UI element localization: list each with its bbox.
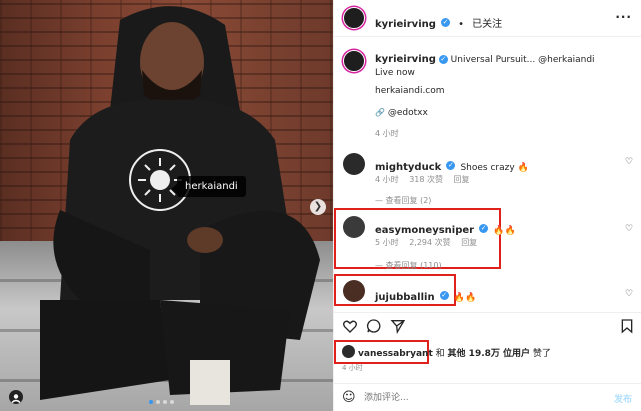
comment-like-heart-icon[interactable]: ♡ <box>625 158 634 167</box>
verified-badge-icon: ✓ <box>441 18 450 27</box>
reply-button[interactable]: 回复 <box>461 238 477 247</box>
comment-text: 🔥🔥 <box>453 293 477 303</box>
post-time: 4 小时 <box>342 364 363 372</box>
carousel-dot <box>163 400 167 404</box>
view-replies-button[interactable]: — 查看回复 (2) <box>375 195 431 206</box>
comment-meta: 4 小时 318 次赞 回复 <box>375 174 470 185</box>
following-button[interactable]: 已关注 <box>472 19 502 30</box>
comment-username[interactable]: easymoneysniper <box>375 225 474 236</box>
post-header: kyrieirving ✓ • 已关注 ··· <box>334 0 641 37</box>
heart-icon[interactable] <box>342 318 358 334</box>
author-avatar[interactable] <box>343 7 365 29</box>
comment-item: jujubballin ✓ 🔥🔥 <box>375 285 476 304</box>
comment-like-heart-icon[interactable]: ♡ <box>625 290 634 299</box>
reply-button[interactable]: 回复 <box>454 175 470 184</box>
likes-suffix: 赞了 <box>532 349 551 359</box>
comment-icon[interactable] <box>366 318 382 334</box>
likes-others-count[interactable]: 其他 19.8万 位用户 <box>448 349 530 359</box>
liker-username[interactable]: vanessabryant <box>358 349 433 359</box>
verified-badge-icon: ✓ <box>479 224 489 233</box>
next-photo-button[interactable]: ❯ <box>310 199 326 215</box>
caption-author-avatar[interactable] <box>343 50 365 72</box>
verified-badge-icon: ✓ <box>439 291 449 300</box>
link-icon: 🔗 <box>375 108 385 117</box>
carousel-dot <box>156 400 160 404</box>
photo-user-tag[interactable]: herkaiandi <box>171 176 246 197</box>
comment-time: 5 小时 <box>375 238 399 247</box>
tagged-users-icon[interactable] <box>9 390 23 404</box>
comment-username[interactable]: mightyduck <box>375 162 441 173</box>
comment-like-heart-icon[interactable]: ♡ <box>625 225 634 234</box>
caption-text: Universal Pursuit... @herkaiandi <box>450 55 595 65</box>
author-username[interactable]: kyrieirving <box>375 19 436 30</box>
share-icon[interactable] <box>390 318 406 334</box>
person-in-hoodie <box>40 6 320 405</box>
comment-avatar[interactable] <box>343 216 365 238</box>
comment-text: 🔥🔥 <box>493 226 516 236</box>
carousel-dot <box>170 400 174 404</box>
action-bar <box>334 312 641 338</box>
comment-avatar[interactable] <box>343 280 365 302</box>
caption-time: 4 小时 <box>375 129 399 138</box>
caption-line-2: Live now <box>375 68 415 78</box>
add-comment-input[interactable] <box>364 390 594 406</box>
ellipsis-icon[interactable]: ··· <box>615 10 632 24</box>
liker-avatar[interactable] <box>342 345 355 358</box>
caption-credit[interactable]: 🔗 @edotxx <box>375 108 428 118</box>
bookmark-icon[interactable] <box>619 318 635 334</box>
caption-link[interactable]: herkaiandi.com <box>375 86 445 96</box>
caption: kyrieirving ✓ Universal Pursuit... @herk… <box>375 53 630 80</box>
comment-avatar[interactable] <box>343 153 365 175</box>
verified-badge-icon: ✓ <box>438 55 448 64</box>
emoji-icon[interactable]: ☺ <box>342 390 356 405</box>
post-details-panel: kyrieirving ✓ • 已关注 ··· kyrieirving ✓ Un… <box>333 0 641 411</box>
caption-username[interactable]: kyrieirving <box>375 54 436 65</box>
post-comment-button[interactable]: 发布 <box>614 392 632 405</box>
verified-badge-icon: ✓ <box>446 161 456 170</box>
comment-text: Shoes crazy 🔥 <box>460 163 529 173</box>
comment-likes[interactable]: 318 次赞 <box>409 175 443 184</box>
carousel-dot-active <box>149 400 153 404</box>
separator-dot: • <box>458 19 464 30</box>
add-comment-bar: ☺ 发布 <box>334 383 641 411</box>
carousel-dots <box>149 400 174 404</box>
post-photo[interactable]: herkaiandi ❯ <box>0 0 333 411</box>
likes-summary: vanessabryant 和 其他 19.8万 位用户 赞了 <box>358 346 551 359</box>
comment-item: mightyduck ✓ Shoes crazy 🔥 <box>375 155 529 174</box>
likes-and: 和 <box>435 349 445 359</box>
caption-credit-handle[interactable]: @edotxx <box>388 108 428 118</box>
comment-item: easymoneysniper ✓ 🔥🔥 <box>375 218 516 237</box>
comment-username[interactable]: jujubballin <box>375 292 435 303</box>
comment-meta: 5 小时 2,294 次赞 回复 <box>375 237 477 248</box>
comment-likes[interactable]: 2,294 次赞 <box>409 238 450 247</box>
view-replies-button[interactable]: — 查看回复 (110) <box>375 260 442 271</box>
comment-time: 4 小时 <box>375 175 399 184</box>
